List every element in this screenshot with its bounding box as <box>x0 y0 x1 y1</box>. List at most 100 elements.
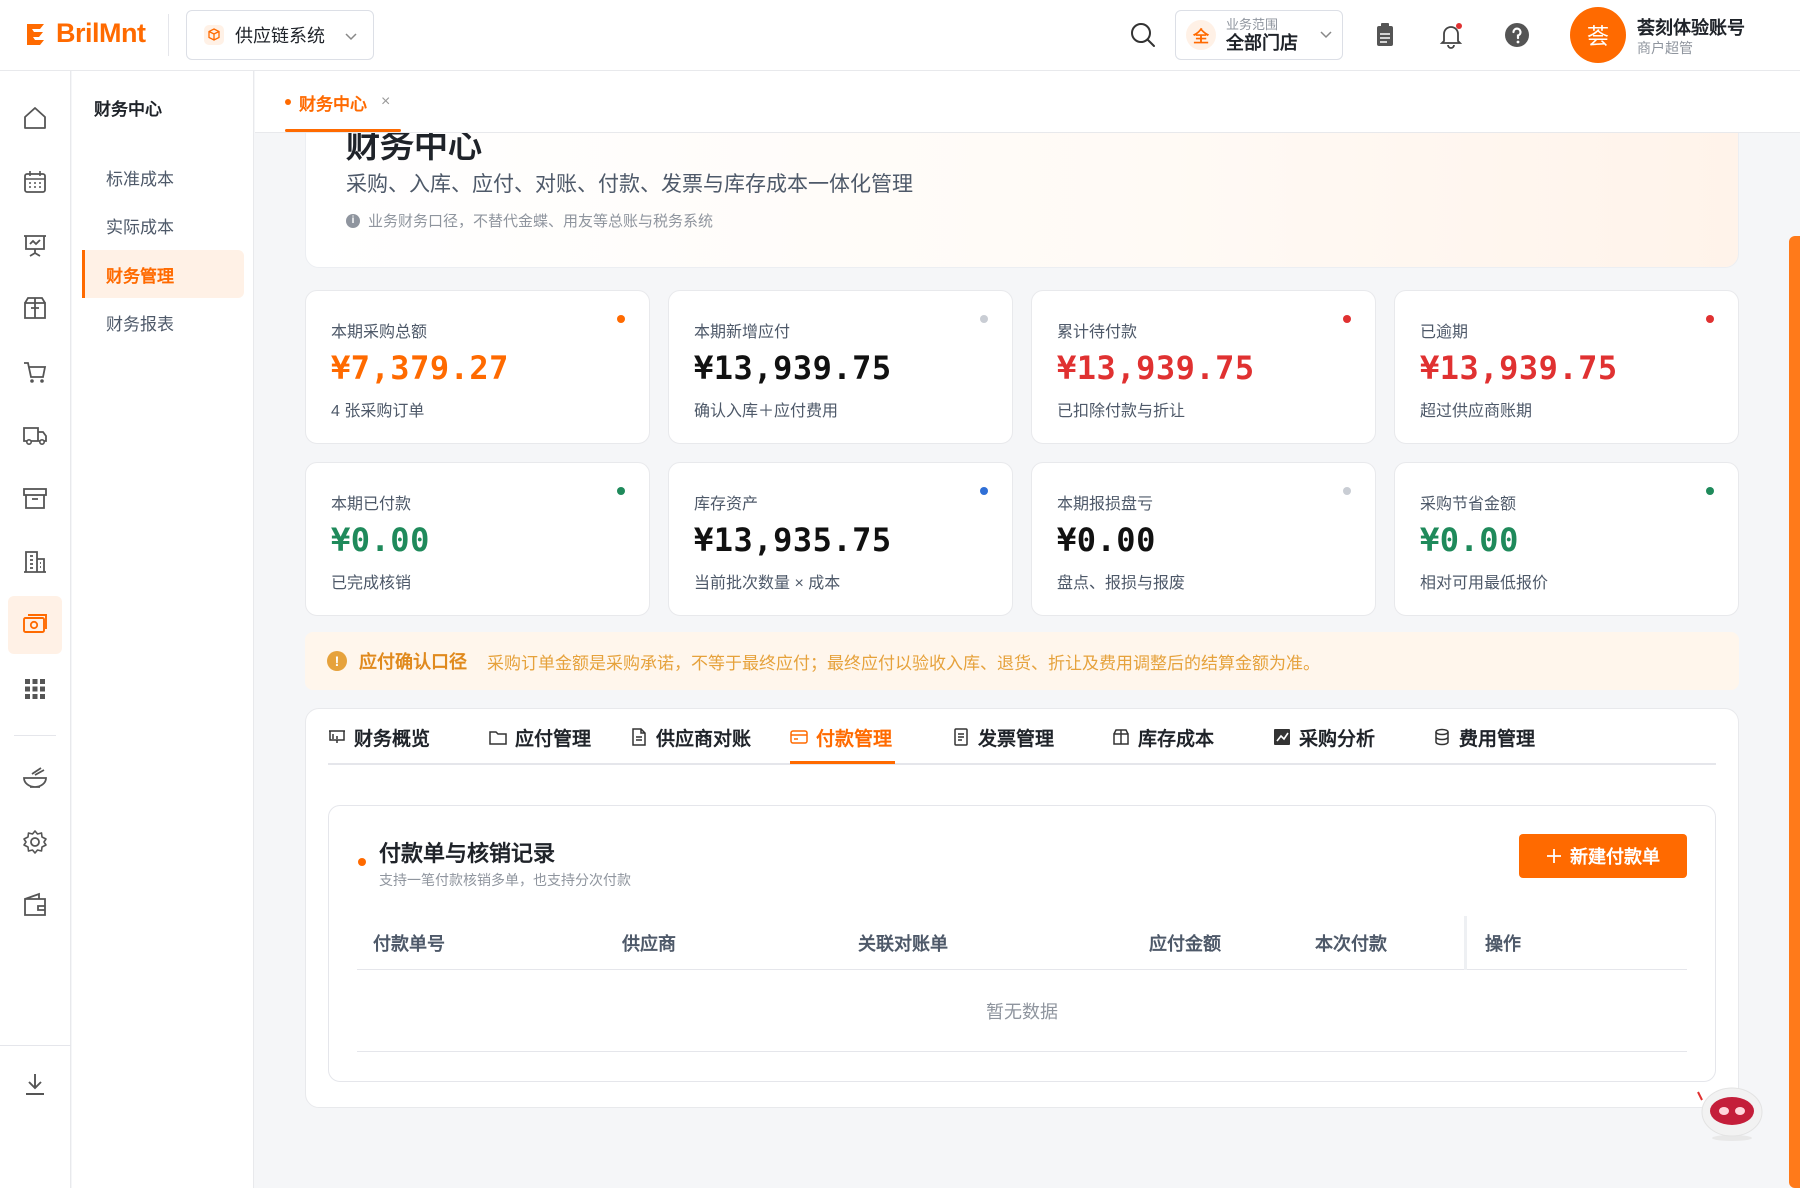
tab-supplier-reconciliation[interactable]: 供应商对账 <box>630 709 751 765</box>
logo-icon <box>27 23 44 45</box>
subnav-title: 财务中心 <box>94 100 162 119</box>
stat-description: 超过供应商账期 <box>1420 403 1533 420</box>
tab-inventory-cost[interactable]: 库存成本 <box>1112 709 1214 765</box>
status-dot <box>617 315 625 323</box>
assistant-robot-icon[interactable] <box>1694 1082 1766 1142</box>
scope-value: 全部门店 <box>1226 32 1298 53</box>
user-name[interactable]: 荟刻体验账号 <box>1637 14 1745 40</box>
rail-item-wallet[interactable] <box>8 876 62 934</box>
new-payment-button[interactable]: 新建付款单 <box>1519 834 1687 878</box>
status-dot <box>1343 487 1351 495</box>
empty-state: 暂无数据 <box>357 970 1687 1052</box>
column-header[interactable]: 应付金额 <box>1149 916 1221 970</box>
rail-item-bowl[interactable] <box>8 749 62 807</box>
tab-invoices[interactable]: 发票管理 <box>952 709 1054 765</box>
rail-item-apps[interactable] <box>8 660 62 718</box>
page-title: 财务中心 <box>346 133 482 165</box>
tab-payables[interactable]: 应付管理 <box>489 709 591 765</box>
status-dot <box>1343 315 1351 323</box>
rail-divider <box>14 735 56 736</box>
chevron-down-icon <box>345 25 357 46</box>
archive-icon <box>23 488 47 509</box>
status-dot <box>980 487 988 495</box>
tab-label: 应付管理 <box>515 728 592 750</box>
icon-rail <box>0 71 71 1188</box>
stat-label: 累计待付款 <box>1057 324 1138 341</box>
chevron-down-icon <box>1320 26 1332 44</box>
clipboard-icon[interactable] <box>1370 20 1400 50</box>
help-icon[interactable] <box>1502 20 1532 50</box>
finance-icon <box>23 614 47 633</box>
subnav-item-standard-cost[interactable]: 标准成本 <box>82 153 244 201</box>
stat-description: 确认入库＋应付费用 <box>694 403 839 420</box>
brand-name: BrilMnt <box>56 18 146 48</box>
brand-logo[interactable]: BrilMnt <box>24 18 146 49</box>
column-header[interactable]: 本次付款 <box>1315 916 1387 970</box>
stat-value: ¥13,939.75 <box>1057 349 1255 387</box>
alert-title: 应付确认口径 <box>359 652 467 672</box>
section-dot <box>358 858 366 866</box>
rail-item-finance[interactable] <box>8 596 62 654</box>
finance-tabs: 财务概览 应付管理 供应商对账 付款管理 发票管理 库存成本 采购分析 费用管理 <box>328 709 1716 765</box>
page-tab-finance-center[interactable]: 财务中心 × <box>285 71 390 133</box>
column-header[interactable]: 付款单号 <box>373 916 445 970</box>
stat-description: 盘点、报损与报废 <box>1057 575 1186 592</box>
status-dot <box>617 487 625 495</box>
system-select-label: 供应链系统 <box>235 26 325 46</box>
section-title: 付款单与核销记录 <box>379 841 556 866</box>
rail-item-presentation[interactable] <box>8 216 62 274</box>
stat-label: 本期报损盘亏 <box>1057 496 1154 513</box>
stat-label: 已逾期 <box>1420 324 1469 341</box>
rail-item-building[interactable] <box>8 533 62 591</box>
rail-item-download[interactable] <box>8 1055 62 1113</box>
tab-label: 库存成本 <box>1138 728 1215 750</box>
tab-expenses[interactable]: 费用管理 <box>1433 709 1535 765</box>
active-tab-underline <box>790 761 895 764</box>
column-header[interactable]: 关联对账单 <box>858 916 948 970</box>
stat-card: 本期已付款 ¥0.00 已完成核销 <box>305 462 650 616</box>
status-dot <box>1706 315 1714 323</box>
tab-overview[interactable]: 财务概览 <box>328 709 430 765</box>
avatar[interactable]: 荟 <box>1570 7 1626 63</box>
subnav-item-actual-cost[interactable]: 实际成本 <box>82 201 244 249</box>
stat-card: 本期新增应付 ¥13,939.75 确认入库＋应付费用 <box>668 290 1013 444</box>
finance-panel: 财务概览 应付管理 供应商对账 付款管理 发票管理 库存成本 采购分析 费用管理… <box>305 708 1739 1108</box>
close-icon[interactable]: × <box>381 93 390 111</box>
tab-label: 发票管理 <box>978 728 1055 750</box>
rail-item-package[interactable] <box>8 279 62 337</box>
document-icon <box>632 728 646 746</box>
scope-select[interactable]: 全 业务范围 全部门店 <box>1175 10 1343 60</box>
rail-item-settings[interactable] <box>8 813 62 871</box>
info-icon: i <box>346 213 360 228</box>
tab-label: 财务概览 <box>354 728 431 750</box>
stat-label: 本期已付款 <box>331 496 412 513</box>
column-header[interactable]: 供应商 <box>622 916 676 970</box>
page-tab-strip: 财务中心 × <box>255 71 1800 133</box>
stat-card: 累计待付款 ¥13,939.75 已扣除付款与折让 <box>1031 290 1376 444</box>
search-icon[interactable] <box>1128 20 1158 50</box>
rail-item-cart[interactable] <box>8 343 62 401</box>
scrollbar[interactable] <box>1789 236 1800 1188</box>
stat-card: 本期采购总额 ¥7,379.27 4 张采购订单 <box>305 290 650 444</box>
subnav-item-finance-management[interactable]: 财务管理 <box>82 250 244 298</box>
tab-purchase-analysis[interactable]: 采购分析 <box>1273 709 1375 765</box>
tab-label: 费用管理 <box>1459 728 1536 750</box>
system-select[interactable]: 供应链系统 <box>186 10 374 60</box>
apps-grid-icon <box>25 679 45 699</box>
subnav-item-finance-report[interactable]: 财务报表 <box>82 298 244 346</box>
package-icon <box>24 297 46 319</box>
scope-badge: 全 <box>1186 20 1216 50</box>
stat-card: 本期报损盘亏 ¥0.00 盘点、报损与报废 <box>1031 462 1376 616</box>
chart-icon <box>1274 729 1290 745</box>
bell-icon[interactable] <box>1436 20 1466 50</box>
rail-item-home[interactable] <box>8 89 62 147</box>
tab-payments[interactable]: 付款管理 <box>790 709 892 765</box>
invoice-icon <box>954 728 968 746</box>
rail-item-calendar[interactable] <box>8 153 62 211</box>
stat-description: 当前批次数量 × 成本 <box>694 575 841 592</box>
rail-item-truck[interactable] <box>8 406 62 464</box>
rail-item-archive[interactable] <box>8 469 62 527</box>
truck-icon <box>23 427 47 445</box>
page-subtitle: 采购、入库、应付、对账、付款、发票与库存成本一体化管理 <box>346 173 913 196</box>
alert-text: 采购订单金额是采购承诺，不等于最终应付；最终应付以验收入库、退货、折让及费用调整… <box>487 653 1320 673</box>
